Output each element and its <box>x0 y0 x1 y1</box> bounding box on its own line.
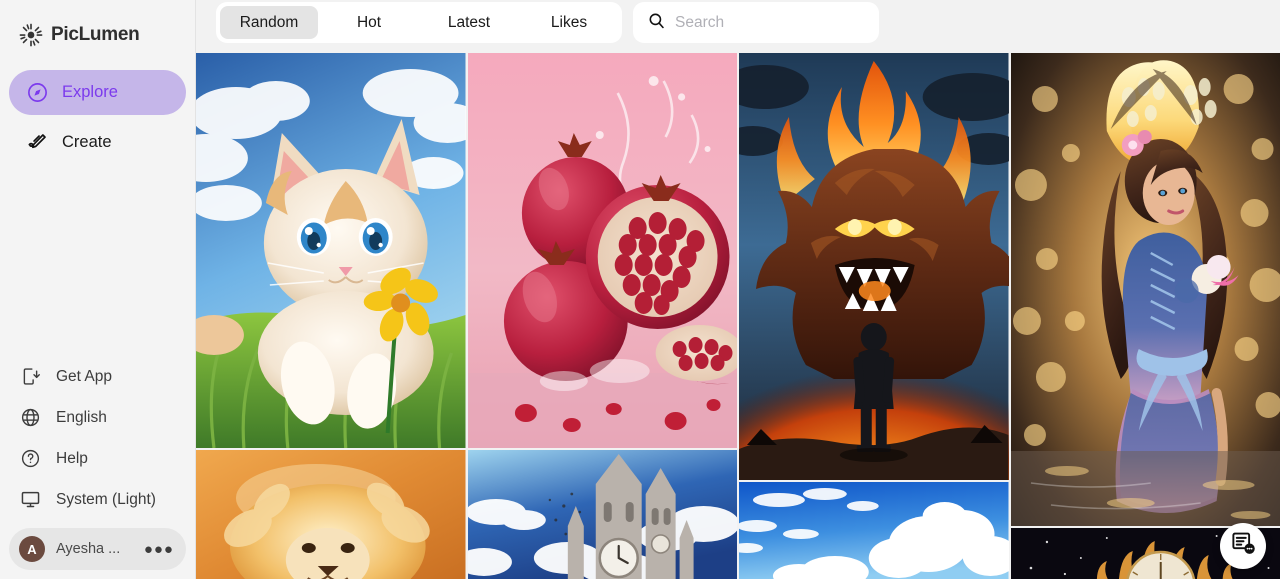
sidebar-item-theme[interactable]: System (Light) <box>9 479 186 520</box>
sidebar-item-label: Explore <box>62 83 118 101</box>
artwork-thumbnail <box>196 450 466 579</box>
tab-latest[interactable]: Latest <box>420 6 518 39</box>
tab-likes[interactable]: Likes <box>520 6 618 39</box>
artwork-thumbnail <box>739 482 1009 579</box>
artwork-thumbnail <box>196 53 466 448</box>
artwork-thumbnail <box>467 53 737 448</box>
gallery-card-butterfly-fairy-in-water[interactable] <box>1010 53 1280 526</box>
feed-tabs: Random Hot Latest Likes <box>216 2 622 43</box>
app-root: PicLumen Explore Create Get App English … <box>0 0 1280 579</box>
monitor-icon <box>18 488 42 512</box>
user-account-button[interactable]: A Ayesha ... ●●● <box>9 528 186 570</box>
gallery-card-gothic-clock-tower[interactable] <box>467 450 737 579</box>
search-input[interactable] <box>675 13 875 32</box>
pencil-icon <box>25 131 49 155</box>
brand-logo[interactable]: PicLumen <box>0 0 195 48</box>
sidebar-item-label: System (Light) <box>56 490 156 508</box>
gallery-card-kitten-with-yellow-flower[interactable] <box>196 53 466 448</box>
artwork-thumbnail <box>1010 53 1280 526</box>
sidebar-item-help[interactable]: Help <box>9 438 186 479</box>
artwork-thumbnail <box>739 53 1009 480</box>
ellipsis-icon[interactable]: ●●● <box>144 542 176 557</box>
feedback-document-icon <box>1230 530 1257 562</box>
sidebar-item-label: Create <box>62 133 112 151</box>
gallery-column <box>739 53 1009 579</box>
sidebar-item-explore[interactable]: Explore <box>9 70 186 115</box>
feedback-button[interactable] <box>1220 523 1266 569</box>
sidebar-footer: Get App English Help System (Light) A Ay… <box>0 356 195 579</box>
user-name: Ayesha ... <box>56 541 121 557</box>
sidebar-item-label: English <box>56 408 107 426</box>
search-icon <box>647 11 666 35</box>
sun-burst-icon <box>18 22 44 48</box>
tab-random[interactable]: Random <box>220 6 318 39</box>
gallery-column <box>196 53 466 579</box>
gallery-card-blue-sky-clouds[interactable] <box>739 482 1009 579</box>
sidebar: PicLumen Explore Create Get App English … <box>0 0 196 579</box>
sidebar-item-create[interactable]: Create <box>9 120 186 165</box>
globe-icon <box>18 406 42 430</box>
sidebar-item-label: Get App <box>56 367 113 385</box>
gallery-column <box>467 53 737 579</box>
gallery-column <box>1010 53 1280 579</box>
phone-download-icon <box>18 365 42 389</box>
main-content: Random Hot Latest Likes <box>196 0 1280 579</box>
sidebar-item-language[interactable]: English <box>9 397 186 438</box>
sidebar-item-get-app[interactable]: Get App <box>9 356 186 397</box>
artwork-thumbnail <box>467 450 737 579</box>
compass-icon <box>25 81 49 105</box>
sidebar-item-label: Help <box>56 449 88 467</box>
gallery-card-fire-monster-vs-boy[interactable] <box>739 53 1009 480</box>
avatar: A <box>19 536 45 562</box>
search-bar[interactable] <box>633 2 879 43</box>
gallery-card-pomegranate-water-splash[interactable] <box>467 53 737 448</box>
brand-name: PicLumen <box>51 24 140 45</box>
question-circle-icon <box>18 447 42 471</box>
image-gallery-grid <box>196 53 1280 579</box>
gallery-card-golden-lion-portrait[interactable] <box>196 450 466 579</box>
primary-nav: Explore Create <box>0 70 195 165</box>
tab-hot[interactable]: Hot <box>320 6 418 39</box>
topbar: Random Hot Latest Likes <box>196 0 1280 45</box>
